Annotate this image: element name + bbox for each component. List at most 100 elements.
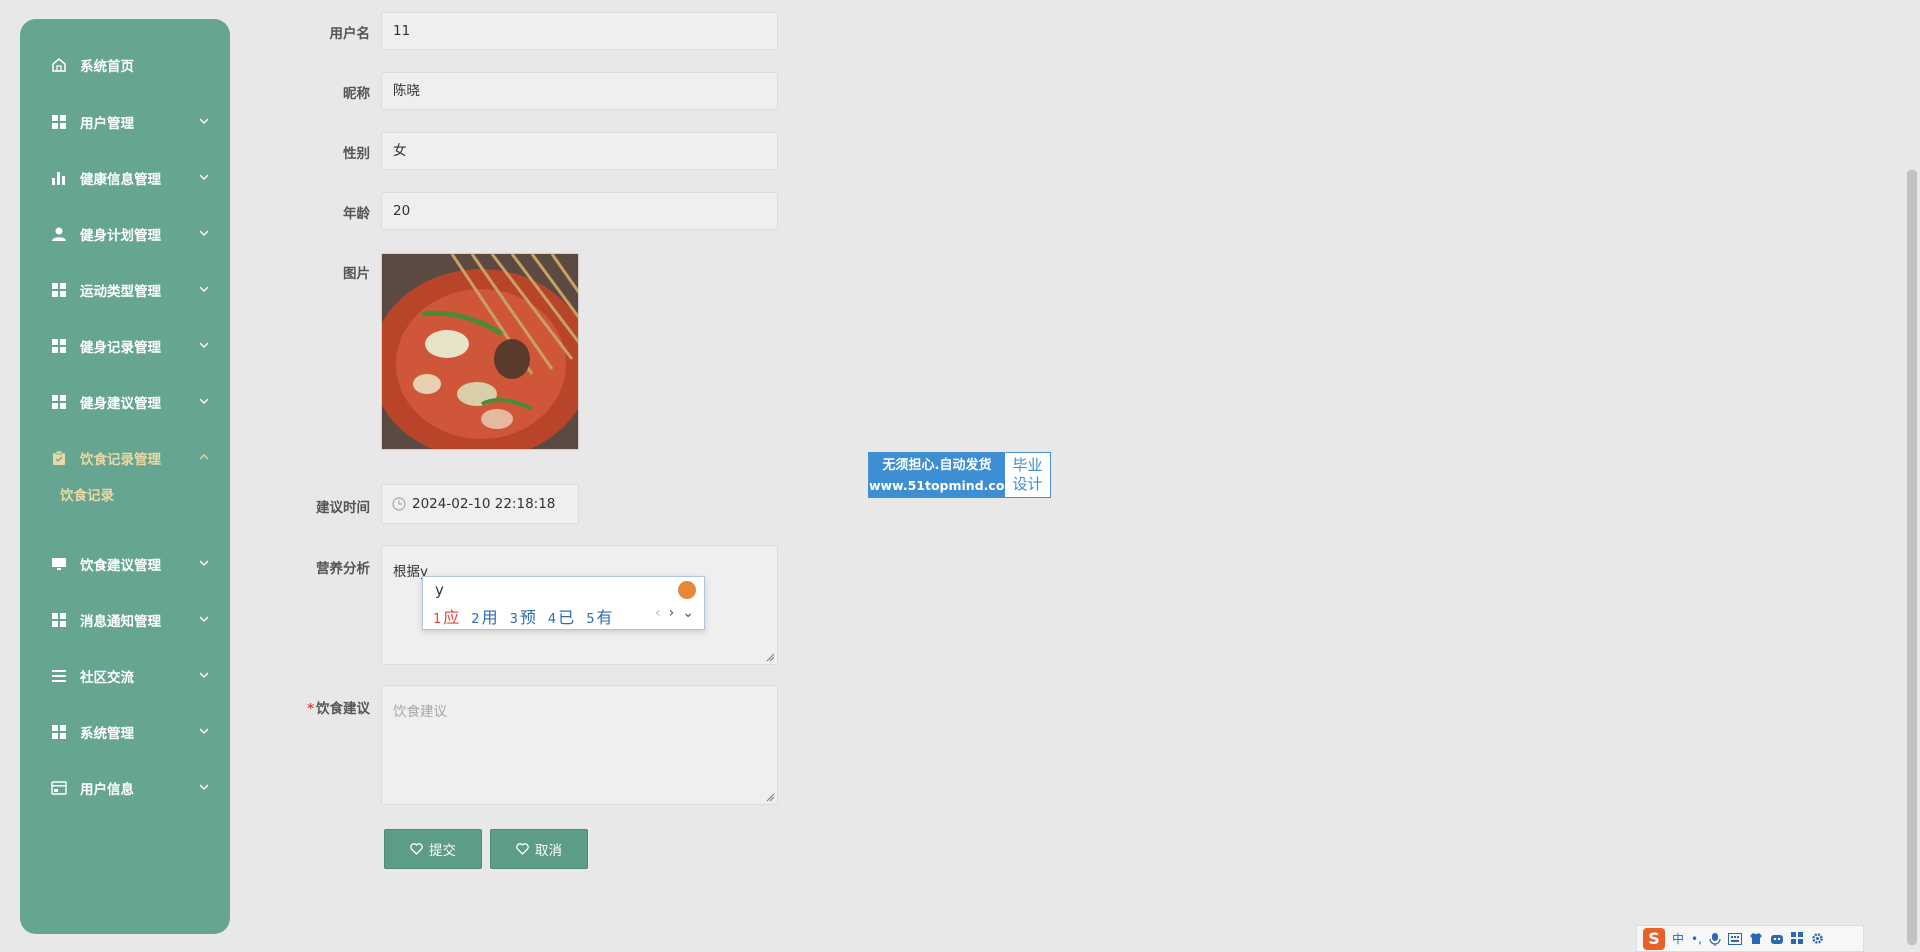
bar-chart-icon	[52, 172, 65, 185]
sidebar-item-label: 饮食建议管理	[80, 558, 161, 574]
grid-icon	[52, 283, 66, 297]
monitor-icon	[52, 558, 66, 570]
age-field[interactable]: 20	[381, 192, 778, 230]
sidebar-item-diet-record[interactable]: 饮食记录管理	[20, 440, 230, 476]
sidebar-item-label: 消息通知管理	[80, 614, 161, 630]
settings-icon[interactable]	[1811, 932, 1824, 945]
chevron-down-icon	[199, 672, 209, 678]
microphone-icon[interactable]	[1709, 932, 1721, 946]
ime-candidate[interactable]: 5有	[586, 604, 612, 628]
ime-toolbar: S 中 •,	[1636, 925, 1864, 952]
sidebar-item-home[interactable]: 系统首页	[20, 47, 230, 83]
ime-prev-button[interactable]: ‹	[655, 605, 661, 621]
chevron-down-icon	[199, 784, 209, 790]
shirt-icon[interactable]	[1749, 932, 1763, 945]
resize-handle-icon[interactable]	[765, 652, 775, 662]
image-label: 图片	[343, 266, 370, 282]
sidebar-item-label: 饮食记录管理	[80, 452, 161, 468]
sidebar-item-diet-advice[interactable]: 饮食建议管理	[20, 546, 230, 582]
submit-label: 提交	[429, 843, 456, 859]
ime-candidate[interactable]: 4已	[548, 604, 574, 628]
chevron-down-icon	[199, 230, 209, 236]
heart-icon	[410, 843, 423, 855]
sidebar-item-label: 健康信息管理	[80, 172, 161, 188]
sidebar-item-label: 用户管理	[80, 116, 134, 132]
ad-badge[interactable]: 无须担心.自动发货 www.51topmind.com 毕业 设计	[868, 452, 1051, 498]
ime-mode-toggle[interactable]: 中	[1672, 930, 1684, 947]
ime-candidate[interactable]: 1应	[433, 604, 459, 628]
sidebar-item-fitness-advice[interactable]: 健身建议管理	[20, 384, 230, 420]
diet-advice-label: * 饮食建议	[270, 697, 370, 717]
sidebar-item-system[interactable]: 系统管理	[20, 714, 230, 750]
chevron-down-icon	[199, 342, 209, 348]
chevron-down-icon	[199, 398, 209, 404]
heart-icon	[516, 843, 529, 855]
sidebar-item-label: 用户信息	[80, 782, 134, 798]
submenu-item-diet-record[interactable]: 饮食记录	[60, 484, 114, 504]
advice-time-picker[interactable]: 2024-02-10 22:18:18	[381, 484, 579, 524]
gender-label: 性别	[343, 146, 370, 162]
chevron-down-icon	[199, 174, 209, 180]
chevron-up-icon	[199, 454, 209, 460]
cancel-button[interactable]: 取消	[490, 829, 588, 869]
sidebar-item-label: 健身记录管理	[80, 340, 161, 356]
advice-time-value: 2024-02-10 22:18:18	[412, 496, 556, 512]
ime-composition: y	[435, 581, 444, 599]
ime-next-button[interactable]: ›	[669, 605, 675, 621]
diet-advice-label-text: 饮食建议	[316, 701, 370, 717]
nickname-field[interactable]: 陈晓	[381, 72, 778, 110]
age-label: 年龄	[343, 206, 370, 222]
grid-icon	[52, 725, 66, 739]
ime-skin-icon[interactable]	[678, 581, 696, 599]
sidebar-item-fitness-plan[interactable]: 健身计划管理	[20, 216, 230, 252]
cancel-label: 取消	[535, 843, 562, 859]
apps-icon[interactable]	[1790, 932, 1804, 945]
chevron-down-icon	[199, 286, 209, 292]
keyboard-icon[interactable]	[1727, 932, 1742, 945]
required-mark: *	[306, 701, 314, 717]
ad-url: www.51topmind.com	[869, 478, 1018, 493]
sidebar-item-notifications[interactable]: 消息通知管理	[20, 602, 230, 638]
ime-candidate[interactable]: 2用	[471, 604, 497, 628]
sidebar-item-label: 社区交流	[80, 670, 134, 686]
diet-advice-textarea[interactable]: 饮食建议	[381, 685, 778, 805]
username-label: 用户名	[329, 26, 371, 42]
sidebar-item-label: 健身计划管理	[80, 228, 161, 244]
advice-time-label: 建议时间	[316, 500, 370, 516]
sidebar-item-fitness-record[interactable]: 健身记录管理	[20, 328, 230, 364]
clipboard-icon	[53, 450, 65, 465]
sidebar-item-label: 运动类型管理	[80, 284, 161, 300]
food-photo[interactable]	[381, 253, 579, 450]
username-field[interactable]: 11	[381, 12, 778, 50]
nickname-label: 昵称	[343, 86, 370, 102]
grid-icon	[52, 115, 66, 129]
scrollbar-thumb[interactable]	[1907, 170, 1917, 945]
chevron-down-icon	[199, 616, 209, 622]
id-card-icon	[51, 781, 67, 795]
sidebar-item-exercise-type[interactable]: 运动类型管理	[20, 272, 230, 308]
submit-button[interactable]: 提交	[384, 829, 482, 869]
sidebar-item-user-info[interactable]: 用户信息	[20, 770, 230, 806]
sidebar-item-users[interactable]: 用户管理	[20, 104, 230, 140]
gender-field[interactable]: 女	[381, 132, 778, 170]
chevron-down-icon	[199, 118, 209, 124]
punctuation-toggle[interactable]: •,	[1691, 932, 1702, 946]
ime-expand-button[interactable]: ⌄	[682, 605, 694, 621]
sidebar-item-community[interactable]: 社区交流	[20, 658, 230, 694]
sidebar-item-health-info[interactable]: 健康信息管理	[20, 160, 230, 196]
sogou-logo-icon[interactable]: S	[1643, 927, 1665, 950]
diet-advice-placeholder: 饮食建议	[393, 704, 447, 720]
home-icon	[52, 58, 66, 72]
ad-right-line1: 毕业	[1012, 456, 1043, 474]
nutrition-label: 营养分析	[316, 561, 370, 577]
robot-icon[interactable]	[1770, 932, 1784, 945]
grid-icon	[52, 339, 66, 353]
resize-handle-icon[interactable]	[765, 792, 775, 802]
ime-candidate[interactable]: 3预	[510, 604, 536, 628]
sidebar-item-label: 系统首页	[80, 59, 134, 75]
ime-candidate-list: 1应 2用 3预 4已 5有	[433, 604, 612, 628]
ad-line1: 无须担心.自动发货	[882, 458, 992, 473]
grid-icon	[52, 613, 66, 627]
ad-right: 毕业 设计	[1005, 453, 1050, 497]
chevron-down-icon	[199, 560, 209, 566]
